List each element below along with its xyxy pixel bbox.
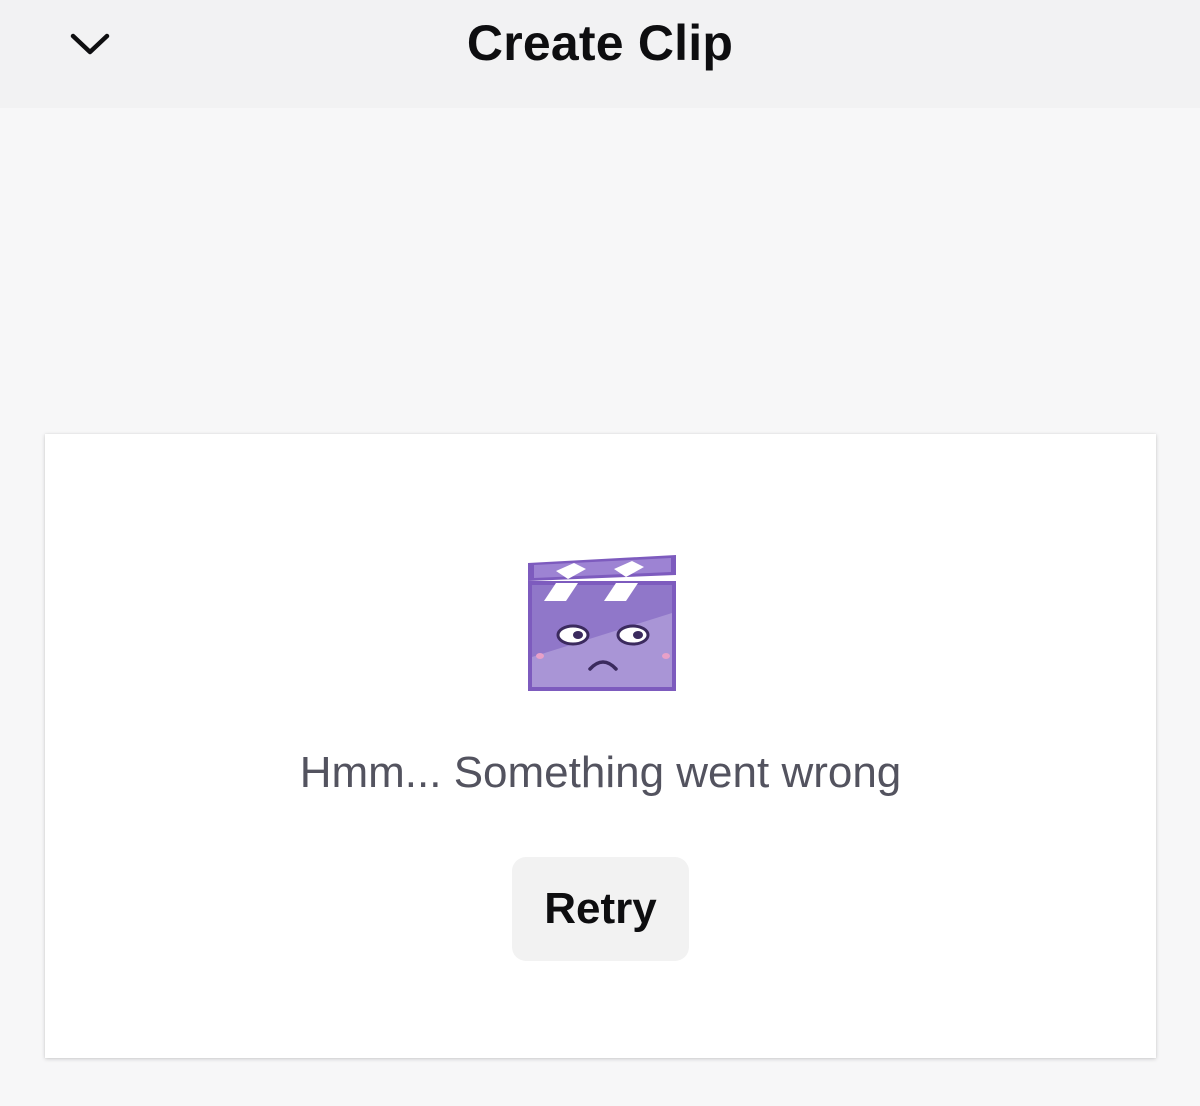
header-bar: Create Clip <box>0 0 1200 108</box>
retry-button[interactable]: Retry <box>512 857 689 961</box>
error-card: Hmm... Something went wrong Retry <box>45 434 1156 1058</box>
error-message: Hmm... Something went wrong <box>299 748 902 797</box>
page-title: Create Clip <box>466 15 734 71</box>
sad-clapperboard-icon <box>526 553 681 693</box>
